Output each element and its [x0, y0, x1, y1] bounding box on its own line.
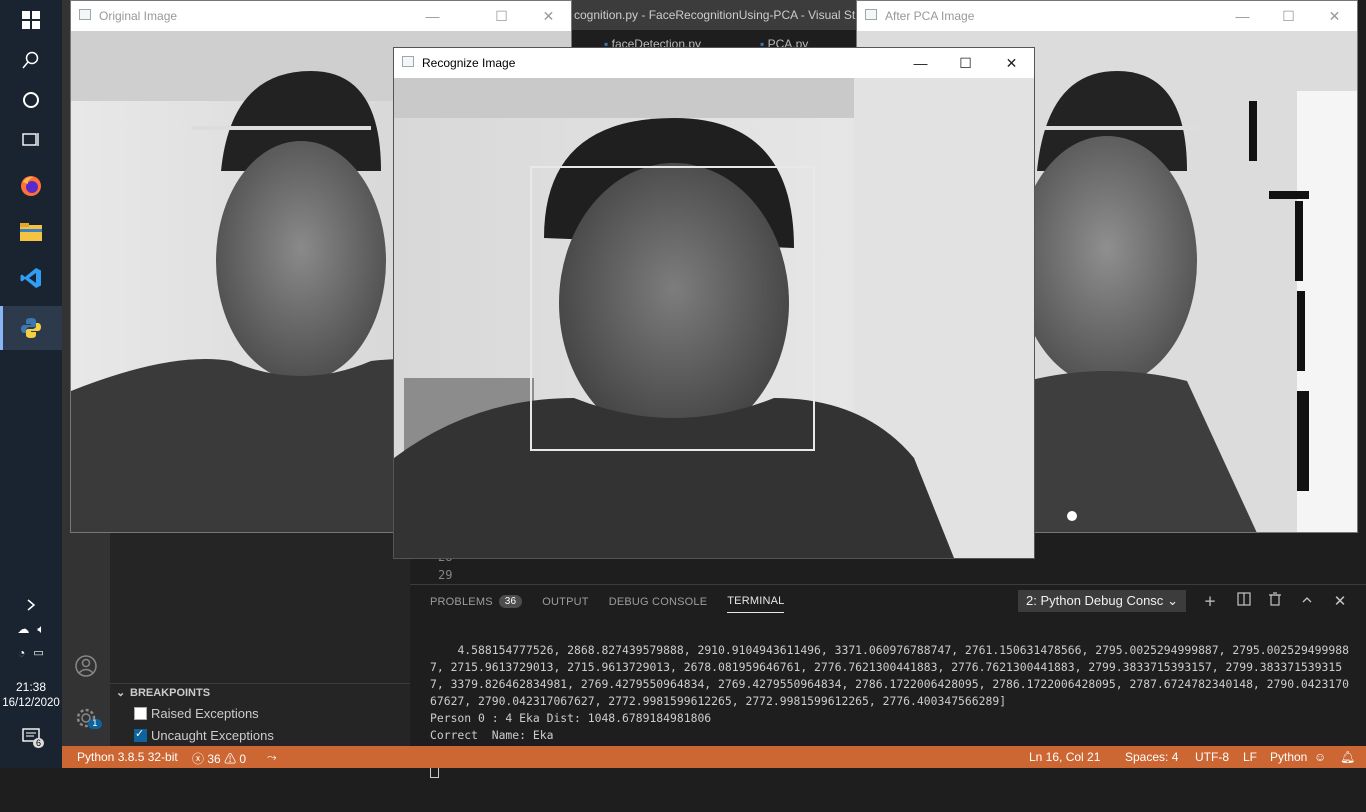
minimize-icon[interactable]: — [1220, 1, 1265, 31]
close-icon[interactable]: ✕ [989, 48, 1034, 78]
original-image-titlebar[interactable]: Original Image — ☐ ✕ [71, 1, 571, 31]
window-app-icon [79, 9, 91, 20]
split-terminal-icon[interactable] [1234, 591, 1254, 611]
breakpoints-header[interactable]: ⌄ BREAKPOINTS [110, 683, 410, 701]
tab-problems[interactable]: PROBLEMS 36 [430, 593, 523, 613]
tab-terminal[interactable]: TERMINAL [727, 593, 785, 613]
clock-date[interactable]: 16/12/2020 [0, 697, 62, 709]
notifications-badge: 6 [33, 738, 45, 748]
after-pca-titlebar[interactable]: After PCA Image — ☐ ✕ [857, 1, 1357, 31]
maximize-icon[interactable]: ☐ [1266, 1, 1311, 31]
show-hidden-icons-chevron-icon[interactable] [0, 598, 62, 615]
new-terminal-icon[interactable]: + [1200, 591, 1220, 611]
window-app-icon [402, 56, 414, 67]
maximize-icon[interactable]: ☐ [943, 48, 988, 78]
tray-icons: ☁ 🔈︎ [0, 622, 62, 637]
python-interpreter[interactable]: Python 3.8.5 32-bit [77, 750, 178, 764]
panel-tabs: PROBLEMS 36 OUTPUT DEBUG CONSOLE TERMINA… [430, 593, 785, 613]
minimize-icon[interactable]: — [410, 1, 455, 31]
vscode-title: cognition.py - FaceRecognitionUsing-PCA … [570, 0, 860, 30]
debug-run-icon[interactable]: ⤳ [267, 750, 277, 765]
window-app-icon [865, 9, 877, 20]
bottom-panel: PROBLEMS 36 OUTPUT DEBUG CONSOLE TERMINA… [410, 584, 1366, 778]
settings-gear-icon[interactable]: 1 [74, 706, 102, 733]
indentation[interactable]: Spaces: 4 [1125, 750, 1178, 764]
settings-badge: 1 [88, 719, 102, 729]
close-panel-icon[interactable]: ✕ [1330, 591, 1350, 611]
task-view-icon[interactable] [0, 120, 62, 160]
chevron-down-icon: ⌄ [116, 687, 126, 699]
network-icon[interactable]: ☁ [17, 622, 29, 637]
windows-taskbar: ☁ 🔈︎ ◔ ▭ 21:38 16/12/2020 6 [0, 0, 62, 768]
search-icon[interactable] [0, 40, 62, 80]
language-mode[interactable]: Python [1270, 750, 1307, 764]
window-title: Original Image [99, 9, 178, 23]
firefox-icon[interactable] [0, 166, 62, 206]
tab-output[interactable]: OUTPUT [542, 593, 588, 613]
volume-icon[interactable]: 🔈︎ [37, 622, 44, 637]
maximize-icon[interactable]: ☐ [479, 1, 524, 31]
bell-icon[interactable]: 🔔︎ [1340, 750, 1355, 764]
problems-status[interactable]: ⓧ 36 ⚠ 0 [192, 750, 246, 767]
error-icon: ⓧ [192, 752, 205, 766]
status-bar: Python 3.8.5 32-bit ⓧ 36 ⚠ 0 ⤳ Ln 16, Co… [62, 746, 1366, 768]
tab-debug-console[interactable]: DEBUG CONSOLE [609, 593, 708, 613]
notifications-icon[interactable]: 6 [0, 728, 62, 748]
problems-badge: 36 [498, 595, 523, 608]
cursor-position[interactable]: Ln 16, Col 21 [1029, 750, 1100, 764]
breakpoint-uncaught-exceptions[interactable]: Uncaught Exceptions [134, 727, 274, 743]
end-of-line[interactable]: LF [1243, 750, 1257, 764]
window-title: After PCA Image [885, 9, 975, 23]
tray-icons-row2: ◔ ▭ [0, 646, 62, 660]
close-icon[interactable]: ✕ [526, 1, 571, 31]
wifi-icon[interactable]: ◔ [18, 646, 25, 660]
vscode-icon[interactable] [0, 258, 62, 298]
uncaught-exceptions-checkbox[interactable] [134, 727, 147, 742]
line-number: 29 [438, 568, 453, 582]
warning-icon: ⚠ [224, 752, 237, 766]
breakpoint-raised-exceptions[interactable]: Raised Exceptions [134, 706, 259, 721]
clock-time[interactable]: 21:38 [0, 680, 62, 694]
recognize-image-titlebar[interactable]: Recognize Image — ☐ ✕ [394, 48, 1034, 78]
window-title: Recognize Image [422, 56, 516, 70]
python-icon[interactable] [0, 306, 62, 350]
recognize-image-window[interactable]: Recognize Image — ☐ ✕ [393, 47, 1035, 559]
maximize-panel-chevron-up-icon[interactable] [1297, 591, 1317, 611]
close-icon[interactable]: ✕ [1312, 1, 1357, 31]
recognize-image [394, 78, 1034, 558]
trash-icon[interactable] [1265, 591, 1285, 611]
accounts-icon[interactable] [74, 654, 98, 681]
terminal-select[interactable]: 2: Python Debug Consc ⌄ [1018, 590, 1186, 612]
chevron-down-icon: ⌄ [1167, 593, 1178, 608]
feedback-icon[interactable]: ☺ [1314, 750, 1326, 764]
encoding[interactable]: UTF-8 [1195, 750, 1229, 764]
minimize-icon[interactable]: — [898, 48, 943, 78]
cortana-circle-icon[interactable] [0, 80, 62, 120]
windows-start-icon[interactable] [0, 0, 62, 40]
terminal-output[interactable]: 4.588154777526, 2868.827439579888, 2910.… [430, 625, 1350, 812]
raised-exceptions-checkbox[interactable] [134, 707, 147, 720]
battery-icon[interactable]: ▭ [33, 646, 43, 660]
file-explorer-icon[interactable] [0, 212, 62, 252]
